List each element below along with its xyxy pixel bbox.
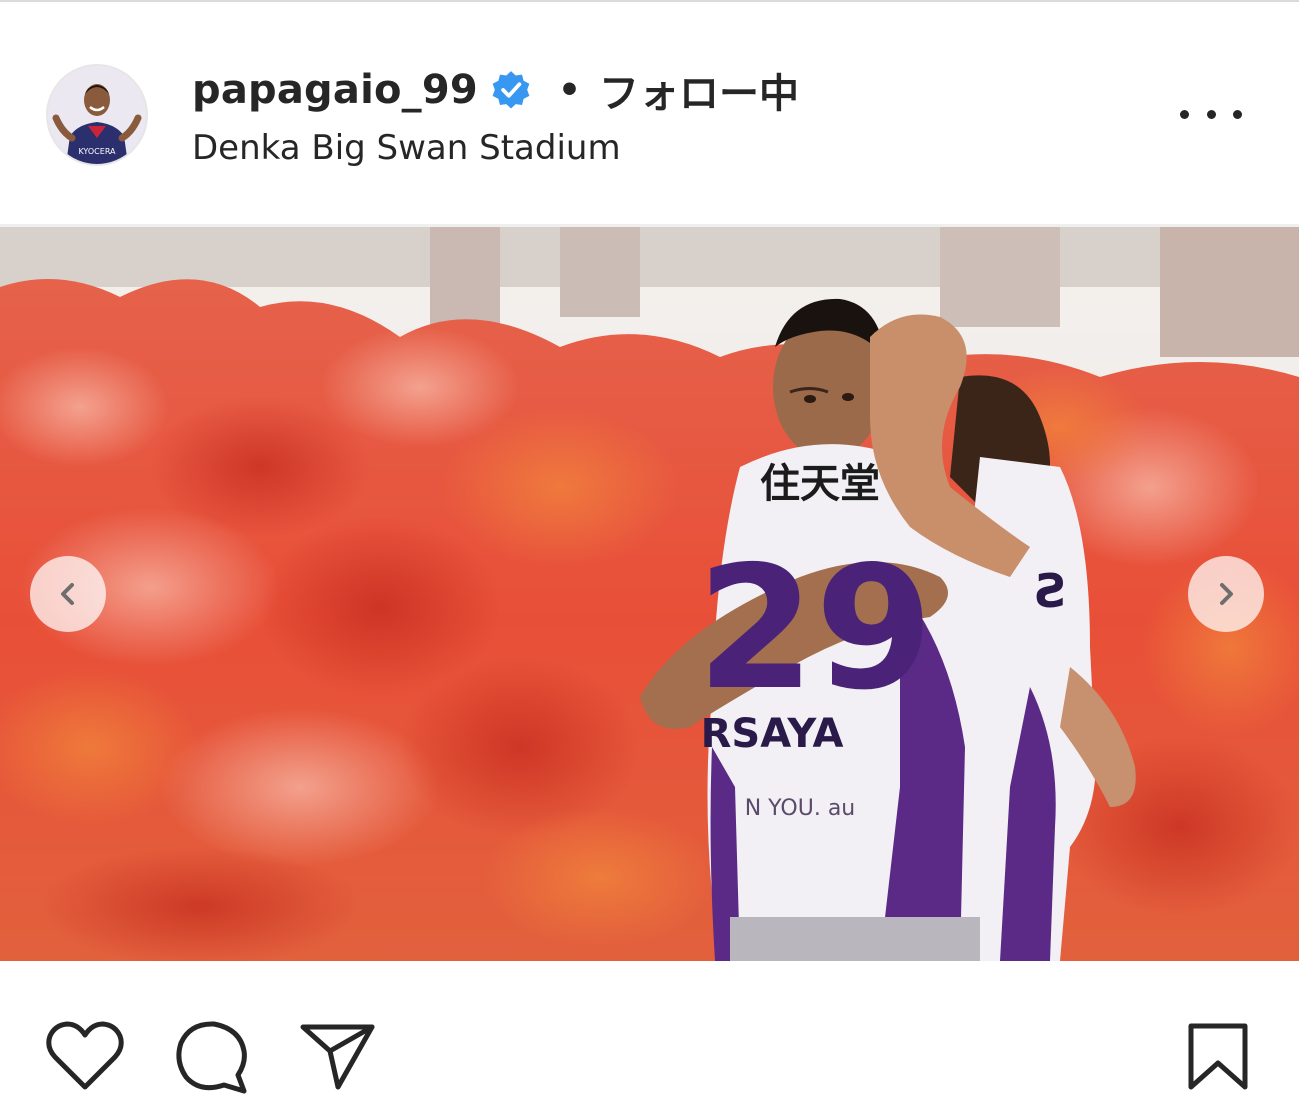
more-dot — [1180, 109, 1189, 119]
heart-icon — [46, 1021, 124, 1090]
jersey-name-text: RSAYA — [701, 711, 844, 757]
comment-button[interactable] — [174, 1019, 250, 1099]
jersey-sponsor-text: 住天堂 — [760, 461, 880, 507]
avatar-shirt-text: KYOCERA — [78, 147, 116, 156]
verified-badge-icon — [490, 69, 532, 111]
post-media[interactable]: 住天堂 29 RSAYA N YOU. au Ƨ — [0, 227, 1299, 961]
post-actions — [0, 961, 1299, 1115]
like-button[interactable] — [46, 1021, 124, 1097]
bookmark-icon — [1188, 1023, 1248, 1090]
user-avatar[interactable]: KYOCERA — [46, 64, 148, 166]
chevron-right-icon — [1220, 583, 1233, 605]
location-link[interactable]: Denka Big Swan Stadium — [192, 128, 621, 168]
separator-dot: • — [557, 69, 581, 111]
jersey-ad-text: N YOU. au — [745, 796, 856, 821]
comment-icon — [176, 1021, 247, 1094]
more-dot — [1233, 109, 1242, 119]
previous-slide-button[interactable] — [30, 556, 106, 632]
jersey-number-text: 29 — [697, 530, 934, 728]
following-button[interactable]: フォロー中 — [599, 61, 799, 119]
post-header: KYOCERA papagaio_99 • フォロー中 Denka Big Sw… — [0, 2, 1299, 226]
avatar-image: KYOCERA — [48, 66, 146, 164]
jersey-sleeve-text: Ƨ — [1035, 564, 1068, 618]
more-options-icon[interactable] — [1180, 98, 1242, 130]
save-button[interactable] — [1186, 1023, 1250, 1095]
next-slide-button[interactable] — [1188, 556, 1264, 632]
user-row: papagaio_99 • フォロー中 — [192, 61, 799, 119]
more-dot — [1206, 109, 1216, 119]
send-icon — [300, 1024, 375, 1090]
chevron-left-icon — [61, 583, 74, 605]
share-button[interactable] — [300, 1021, 376, 1097]
post-photo: 住天堂 29 RSAYA N YOU. au Ƨ — [0, 227, 1299, 961]
username-link[interactable]: papagaio_99 — [192, 67, 478, 113]
